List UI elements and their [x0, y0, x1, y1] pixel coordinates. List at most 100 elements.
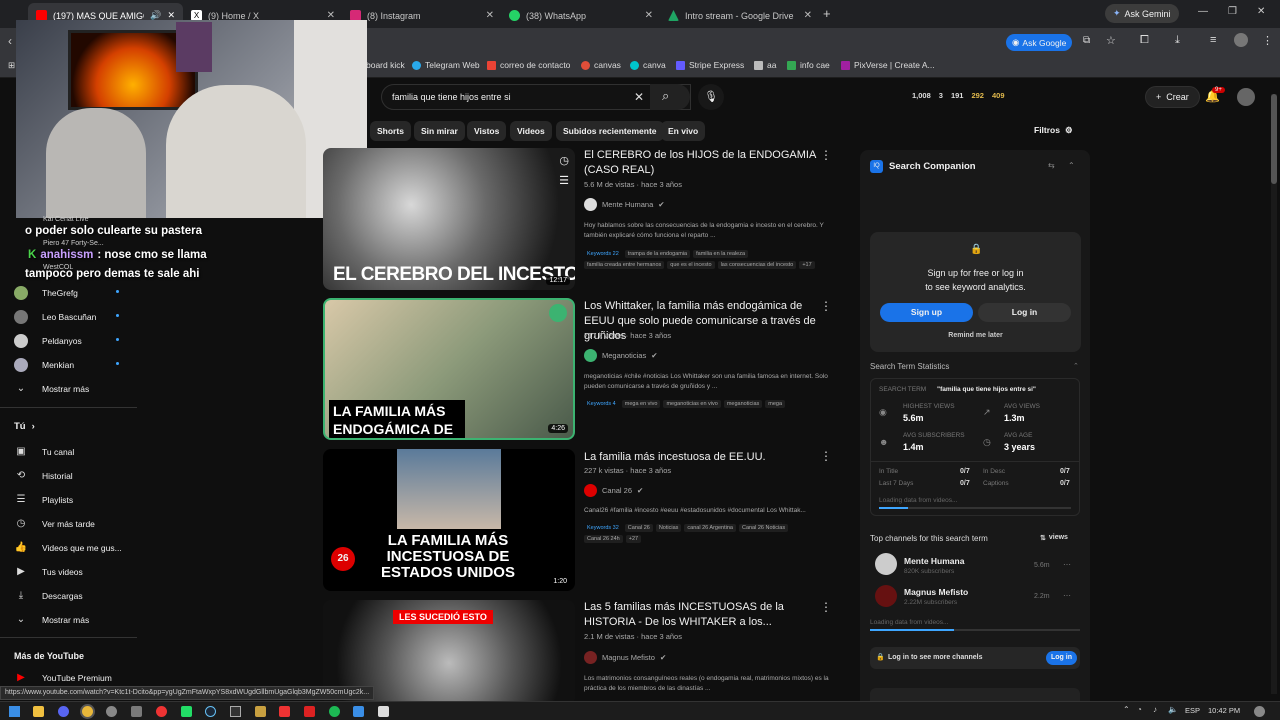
search-input[interactable]: familia que tiene hijos entre si	[392, 92, 511, 102]
extensions-icon[interactable]: ⧠	[1140, 34, 1149, 47]
more-icon[interactable]: ⋯	[1063, 560, 1071, 569]
chip-recent[interactable]: Subidos recientemente	[556, 121, 664, 141]
app-icon[interactable]	[181, 706, 192, 717]
collapse-icon[interactable]: ⌃	[1073, 362, 1079, 370]
sidebar-sub-peldanyos[interactable]: Peldanyos	[14, 334, 82, 348]
tab-drive[interactable]: Intro stream - Google Drive ✕	[660, 3, 818, 28]
more-actions-icon[interactable]: ⋮	[820, 148, 832, 162]
language-indicator[interactable]: ESP	[1185, 706, 1200, 715]
collapse-icon[interactable]: ⌃	[1068, 161, 1075, 170]
sidebar-show-more-subs[interactable]: ⌄ Mostrar más	[14, 382, 89, 396]
close-icon[interactable]: ✕	[486, 10, 494, 21]
notification-center-icon[interactable]	[1254, 706, 1265, 717]
video-title[interactable]: Las 5 familias más INCESTUOSAS de la HIS…	[584, 600, 824, 630]
apps-icon[interactable]: ⊞	[8, 60, 15, 71]
bookmark-item[interactable]: Telegram Web	[412, 60, 480, 70]
new-tab-button[interactable]: +	[823, 6, 831, 21]
chip-unwatched[interactable]: Sin mirar	[414, 121, 465, 141]
login-button[interactable]: Log in	[978, 303, 1071, 322]
sidebar-item-channel[interactable]: ▣ Tu canal	[14, 445, 74, 459]
sidebar-item-your-videos[interactable]: ▶ Tus videos	[14, 565, 83, 579]
video-channel[interactable]: Magnus Mefisto ✔	[584, 651, 666, 664]
photos-icon[interactable]	[378, 706, 389, 717]
sidebar-sub-leo[interactable]: Leo Bascuñan	[14, 310, 96, 324]
filters-button[interactable]: Filtros ⚙	[1034, 125, 1073, 136]
more-actions-icon[interactable]: ⋮	[820, 600, 832, 614]
maximize-button[interactable]: ❐	[1228, 6, 1237, 17]
chip-shorts[interactable]: Shorts	[370, 121, 411, 141]
close-icon[interactable]: ✕	[804, 10, 812, 21]
sidebar-item-playlists[interactable]: ☰ Playlists	[14, 493, 74, 507]
more-actions-icon[interactable]: ⋮	[820, 299, 832, 313]
chip-watched[interactable]: Vistos	[467, 121, 507, 141]
remind-later-link[interactable]: Remind me later	[870, 332, 1081, 339]
page-scrollbar-thumb[interactable]	[1271, 94, 1277, 184]
voice-search-button[interactable]: 🎙	[698, 84, 724, 110]
video-thumbnail[interactable]: 26 LA FAMILIA MÁS INCESTUOSA DE ESTADOS …	[323, 449, 575, 591]
sidebar-item-liked[interactable]: 👍 Videos que me gus...	[14, 541, 122, 555]
chip-videos[interactable]: Videos	[510, 121, 552, 141]
signup-button[interactable]: Sign up	[880, 303, 973, 322]
video-thumbnail[interactable]: EL CEREBRO DEL INCESTO ◷ ☰ 12:17	[323, 148, 575, 290]
sort-button[interactable]: ⇅ views	[1040, 534, 1068, 542]
more-actions-icon[interactable]: ⋮	[820, 449, 832, 463]
app-icon[interactable]	[279, 706, 290, 717]
account-avatar[interactable]	[1237, 88, 1255, 106]
video-title[interactable]: El CEREBRO de los HIJOS de la ENDOGAMIA …	[584, 148, 824, 178]
add-queue-icon[interactable]: ☰	[559, 174, 569, 187]
sidebar-sub-menkian[interactable]: Menkian	[14, 358, 74, 372]
close-icon[interactable]: ✕	[645, 10, 653, 21]
profile-avatar[interactable]	[1234, 33, 1248, 47]
page-scrollbar-track[interactable]	[1271, 94, 1277, 694]
sidebar-sub-thegrefg[interactable]: TheGrefg	[14, 286, 78, 300]
mic-tray-icon[interactable]: ♪	[1153, 705, 1157, 714]
sidebar-you-header[interactable]: Tú ›	[14, 421, 35, 432]
channel-name[interactable]: Magnus Mefisto	[904, 587, 968, 597]
search-button[interactable]: ⌕	[650, 84, 690, 110]
app-icon[interactable]	[353, 706, 364, 717]
bookmark-star-icon[interactable]: ☆	[1106, 34, 1116, 47]
download-icon[interactable]: ⤓	[1175, 34, 1180, 47]
ask-gemini-button[interactable]: ✦ Ask Gemini	[1105, 4, 1179, 23]
video-title[interactable]: La familia más incestuosa de EE.UU.	[584, 450, 824, 465]
chip-live[interactable]: En vivo	[661, 121, 706, 141]
more-icon[interactable]: ⋯	[1063, 591, 1071, 600]
video-channel[interactable]: Canal 26 ✔	[584, 484, 643, 497]
swap-icon[interactable]: ⇆	[1048, 161, 1055, 170]
discord-icon[interactable]	[58, 706, 69, 717]
windows-start-icon[interactable]	[9, 706, 20, 717]
volume-icon[interactable]: 🔈	[1168, 705, 1178, 714]
channel-name[interactable]: Mente Humana	[904, 556, 964, 566]
window-close-button[interactable]: ✕	[1257, 6, 1265, 17]
app-icon[interactable]	[304, 706, 315, 717]
minimize-button[interactable]: —	[1198, 6, 1208, 17]
search-box[interactable]: familia que tiene hijos entre si ✕	[381, 84, 691, 110]
video-channel[interactable]: Mente Humana ✔	[584, 198, 665, 211]
spotify-icon[interactable]	[329, 706, 340, 717]
bookmark-item[interactable]: canva	[630, 60, 666, 70]
bookmark-item[interactable]: canvas	[581, 60, 621, 70]
app-icon[interactable]	[230, 706, 241, 717]
app-icon[interactable]	[156, 706, 167, 717]
app-icon[interactable]	[255, 706, 266, 717]
bookmark-item[interactable]: Stripe Express	[676, 60, 744, 70]
media-icon[interactable]: ≡	[1210, 34, 1216, 46]
back-icon[interactable]: ‹	[8, 34, 12, 48]
app-icon[interactable]	[131, 706, 142, 717]
sidebar-item-premium[interactable]: ▶ YouTube Premium	[14, 671, 112, 685]
sidebar-item-history[interactable]: ⟲ Historial	[14, 469, 73, 483]
login-small-button[interactable]: Log in	[1046, 651, 1077, 665]
install-icon[interactable]: ⧉	[1083, 35, 1090, 46]
bookmark-item[interactable]: info cae	[787, 60, 830, 70]
ask-google-button[interactable]: ◉ Ask Google	[1006, 34, 1073, 51]
tab-whatsapp[interactable]: (38) WhatsApp ✕	[501, 3, 659, 28]
tray-chevron-icon[interactable]: ⌃	[1123, 705, 1130, 714]
clock[interactable]: 10:42 PM	[1208, 706, 1240, 715]
chrome-icon[interactable]	[82, 706, 93, 717]
sidebar-show-more-you[interactable]: ⌄ Mostrar más	[14, 613, 89, 627]
sidebar-item-watch-later[interactable]: ◷ Ver más tarde	[14, 517, 95, 531]
menu-icon[interactable]: ⋮	[1262, 34, 1273, 47]
video-thumbnail[interactable]: LA FAMILIA MÁS ENDOGÁMICA DE EE.UU 4:26	[323, 298, 575, 440]
create-button[interactable]: + Crear	[1145, 86, 1200, 108]
sidebar-item-downloads[interactable]: ⤓ Descargas	[14, 589, 83, 603]
